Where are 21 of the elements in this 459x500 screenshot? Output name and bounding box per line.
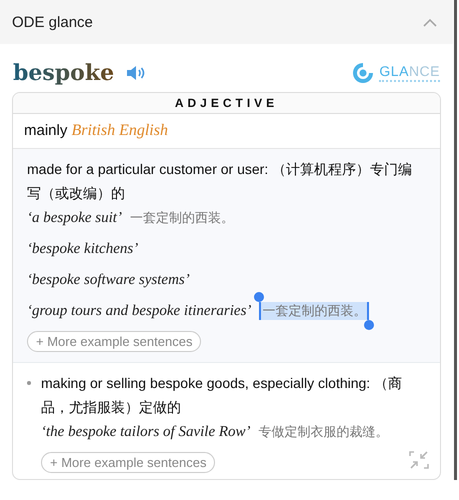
example-sentence: ‘a bespoke suit’ — [27, 210, 122, 226]
example-translation: 专做定制衣服的裁缝。 — [258, 423, 389, 441]
logo-text: GLANCE — [379, 64, 440, 82]
example-sentence: ‘the bespoke tailors of Savile Row’ — [41, 424, 251, 440]
more-examples-button[interactable]: + More example sentences — [27, 331, 202, 352]
example-sentence: ‘bespoke software systems’ — [27, 272, 190, 288]
selection-handle[interactable] — [364, 320, 374, 330]
example-translation: 一套定制的西装。 — [130, 209, 234, 227]
logo-icon — [351, 61, 376, 85]
part-of-speech: ADJECTIVE — [13, 93, 440, 114]
example-sentence: ‘group tours and bespoke itineraries’ — [27, 302, 252, 320]
more-examples-button[interactable]: + More example sentences — [41, 452, 216, 473]
speaker-icon[interactable] — [126, 65, 146, 81]
selection-handle[interactable] — [254, 292, 264, 302]
definition: making or selling bespoke goods, especially clothing: （商品，尤指服装）定做的 — [41, 374, 404, 417]
headword: bespoke — [13, 60, 114, 86]
bullet-icon — [27, 381, 31, 385]
panel-title: ODE glance — [12, 14, 93, 30]
collapse-view-icon[interactable] — [408, 449, 430, 471]
definition: made for a particular customer or user: （计算机程序）专门编写（或改编）的 — [27, 160, 414, 203]
example-sentence: ‘bespoke kitchens’ — [27, 240, 138, 258]
